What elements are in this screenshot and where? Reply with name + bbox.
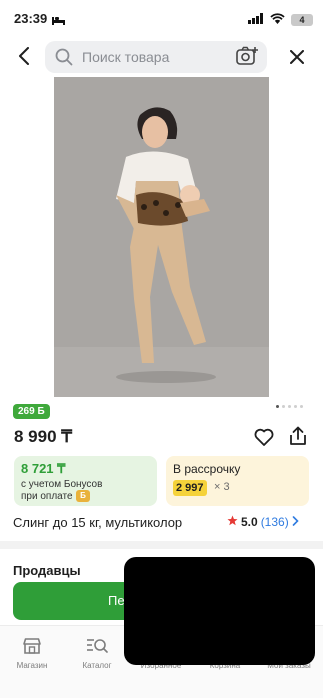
installment-amount: 2 997 [173,480,207,496]
bonus-price-amount: 8 721 ₸ [21,461,66,476]
bonus-badge: 269 Б [13,404,50,419]
product-title: Слинг до 15 кг, мультиколор [13,515,183,530]
share-icon[interactable] [289,426,307,451]
star-icon [227,515,238,529]
battery-indicator: 4 [291,14,313,26]
close-icon [290,50,304,64]
wifi-icon [270,11,285,29]
section-divider [0,541,323,549]
camera-search-icon[interactable] [236,46,258,71]
status-time: 23:39 [14,11,48,26]
bonus-price-caption: с учетом Бонусов [21,479,103,490]
installment-label: В рассрочку [173,462,241,476]
rating-value: 5.0 [241,515,258,529]
close-button[interactable] [285,45,309,69]
nav-item-shop[interactable]: Магазин [4,636,60,670]
favorite-heart-icon[interactable] [254,428,274,451]
review-count: (136) [260,515,289,529]
nav-label-catalog: Каталог [82,661,112,670]
product-title-row: Слинг до 15 кг, мультиколор 5.0 (136) [13,514,313,534]
nav-item-catalog[interactable]: Каталог [69,636,125,670]
product-image[interactable] [54,77,269,397]
signal-icon [248,11,264,29]
bonus-price-caption-2: при оплате [21,491,73,502]
installment-times: × 3 [214,481,230,493]
pagination-dot [294,405,297,408]
bed-icon [52,12,65,30]
search-placeholder: Поиск товара [82,49,170,65]
chevron-right-icon [292,515,299,529]
back-button[interactable] [12,44,36,68]
pagination-dot [300,405,303,408]
bonus-coin-icon: Б [76,490,90,502]
image-pagination [276,405,303,408]
status-indicators: 4 [248,11,313,29]
chevron-left-icon [19,47,29,65]
installment-card[interactable]: В рассрочку 2 997 × 3 [166,456,309,506]
search-icon [55,48,73,71]
sellers-button-label: Пе [108,593,125,608]
bonus-price-card[interactable]: 8 721 ₸ с учетом Бонусов при оплате Б [14,456,157,506]
catalog-search-icon [69,636,125,656]
sellers-title: Продавцы [13,563,81,578]
pagination-dot [288,405,291,408]
nav-label-shop: Магазин [16,661,48,670]
pagination-dot [282,405,285,408]
status-bar: 23:39 4 [0,0,323,38]
pagination-dot [276,405,279,408]
shop-icon [4,636,60,656]
top-bar: Поиск товара [0,38,323,76]
redaction-overlay [124,557,315,665]
product-price: 8 990 ₸ [14,427,73,446]
search-input[interactable]: Поиск товара [45,41,267,73]
rating[interactable]: 5.0 (136) [227,515,299,529]
